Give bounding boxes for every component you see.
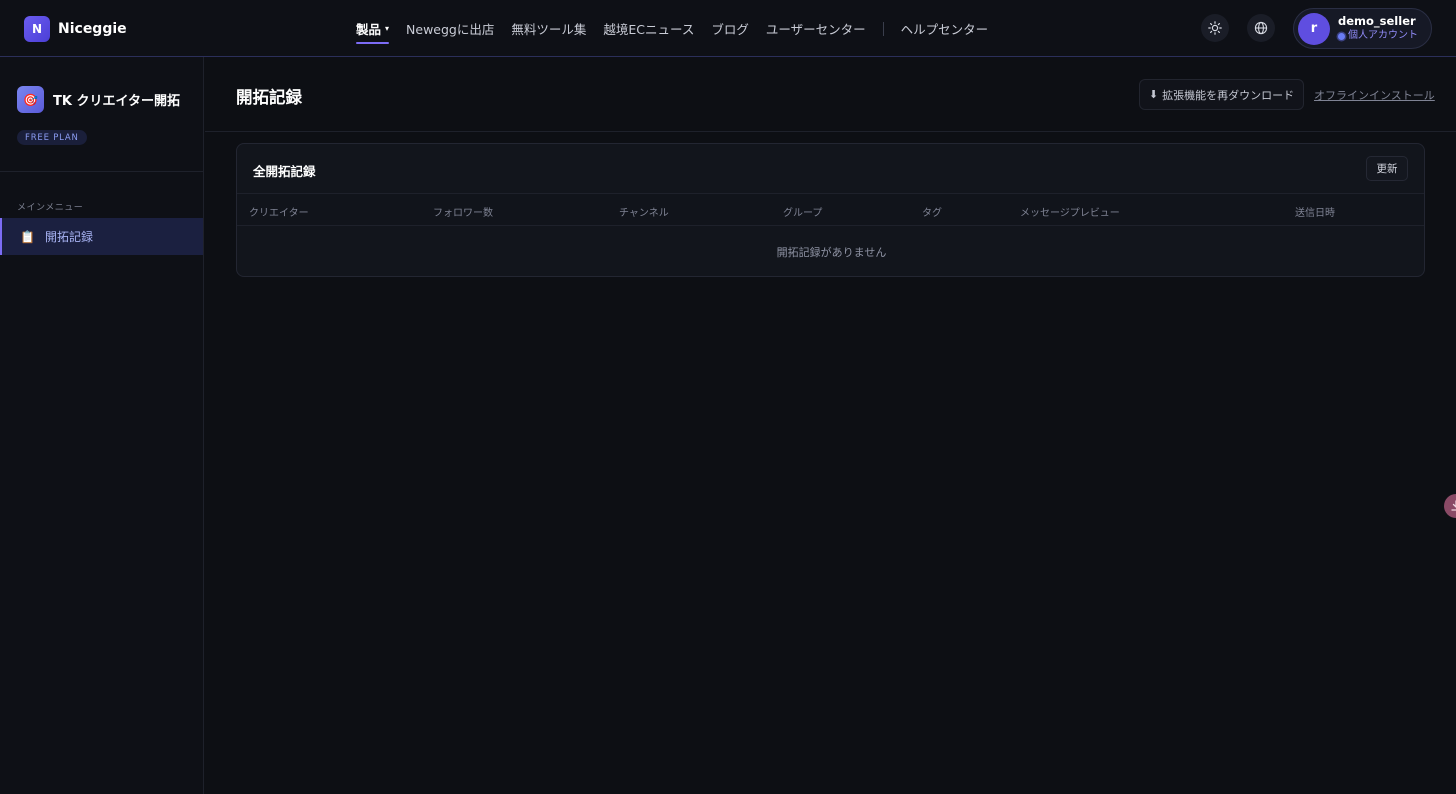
nav-item-news[interactable]: 越境ECニュース (603, 0, 694, 57)
empty-state-message: 開拓記録がありません (776, 246, 887, 259)
sidebar-section-label: メインメニュー (17, 203, 84, 213)
column-header-sent-at[interactable]: 送信日時 (1295, 204, 1335, 219)
records-card: 全開拓記録 更新 クリエイター フォロワー数 チャンネル グループ タグ メッセ… (236, 143, 1425, 277)
sidebar-divider (0, 171, 203, 172)
app-header: 🎯 TK クリエイター開拓 (17, 86, 180, 113)
main-divider (205, 131, 1456, 132)
column-header-channel[interactable]: チャンネル (619, 204, 669, 219)
app-title: TK クリエイター開拓 (53, 94, 180, 109)
theme-toggle-button[interactable] (1201, 14, 1229, 42)
nav-item-label: 製品 (356, 22, 382, 37)
nav-item-free-tools[interactable]: 無料ツール集 (511, 0, 586, 57)
brand-logo: N (24, 16, 50, 42)
clipboard-icon: 📋 (20, 229, 35, 244)
sidebar-item-label: 開拓記録 (44, 230, 93, 244)
redownload-label: 拡張機能を再ダウンロード (1162, 88, 1295, 102)
redownload-extension-button[interactable]: ⬇ 拡張機能を再ダウンロード (1139, 79, 1304, 110)
nav-item-user-center[interactable]: ユーザーセンター (766, 0, 866, 57)
sidebar: 🎯 TK クリエイター開拓 FREE PLAN メインメニュー 📋 開拓記録 (0, 57, 204, 794)
top-navigation-bar: N Niceggie 製品 ▾ Neweggに出店 無料ツール集 越境ECニュー… (0, 0, 1456, 57)
account-type-label: 個人アカウント (1348, 30, 1418, 41)
user-info: demo_seller 個人アカウント (1338, 14, 1418, 43)
language-button[interactable] (1247, 14, 1275, 42)
nav-item-help-center[interactable]: ヘルプセンター (901, 0, 989, 57)
plan-badge: FREE PLAN (17, 130, 87, 145)
floating-helper-button[interactable] (1444, 494, 1456, 518)
nav-divider (882, 21, 884, 36)
helper-icon (1451, 500, 1456, 511)
user-name: demo_seller (1338, 14, 1416, 28)
user-account-menu[interactable]: r demo_seller 個人アカウント (1293, 8, 1432, 49)
brand[interactable]: N Niceggie (24, 16, 127, 42)
table-header: クリエイター フォロワー数 チャンネル グループ タグ メッセージプレビュー 送… (237, 193, 1424, 226)
download-icon: ⬇ (1148, 88, 1159, 101)
nav-item-newegg-store[interactable]: Neweggに出店 (406, 0, 494, 57)
account-type: 個人アカウント (1338, 29, 1418, 43)
nav-item-products[interactable]: 製品 ▾ (356, 0, 390, 57)
column-header-followers[interactable]: フォロワー数 (433, 204, 493, 219)
sun-icon (1208, 21, 1222, 35)
avatar: r (1298, 12, 1330, 45)
column-header-group[interactable]: グループ (783, 204, 822, 219)
chevron-down-icon: ▾ (385, 24, 390, 33)
main-nav: 製品 ▾ Neweggに出店 無料ツール集 越境ECニュース ブログ ユーザーセ… (356, 0, 1005, 57)
nav-item-blog[interactable]: ブログ (711, 0, 749, 57)
account-status-dot-icon (1338, 32, 1345, 40)
globe-icon (1254, 21, 1268, 35)
card-title: 全開拓記録 (253, 164, 316, 179)
target-icon: 🎯 (17, 86, 44, 113)
sidebar-item-records[interactable]: 📋 開拓記録 (0, 218, 203, 255)
offline-install-link[interactable]: オフラインインストール (1314, 87, 1435, 103)
page-title: 開拓記録 (236, 88, 302, 107)
column-header-message-preview[interactable]: メッセージプレビュー (1020, 204, 1120, 219)
column-header-creator[interactable]: クリエイター (249, 204, 309, 219)
column-header-tags[interactable]: タグ (922, 204, 942, 219)
brand-name: Niceggie (58, 21, 127, 37)
refresh-button[interactable]: 更新 (1366, 156, 1408, 181)
